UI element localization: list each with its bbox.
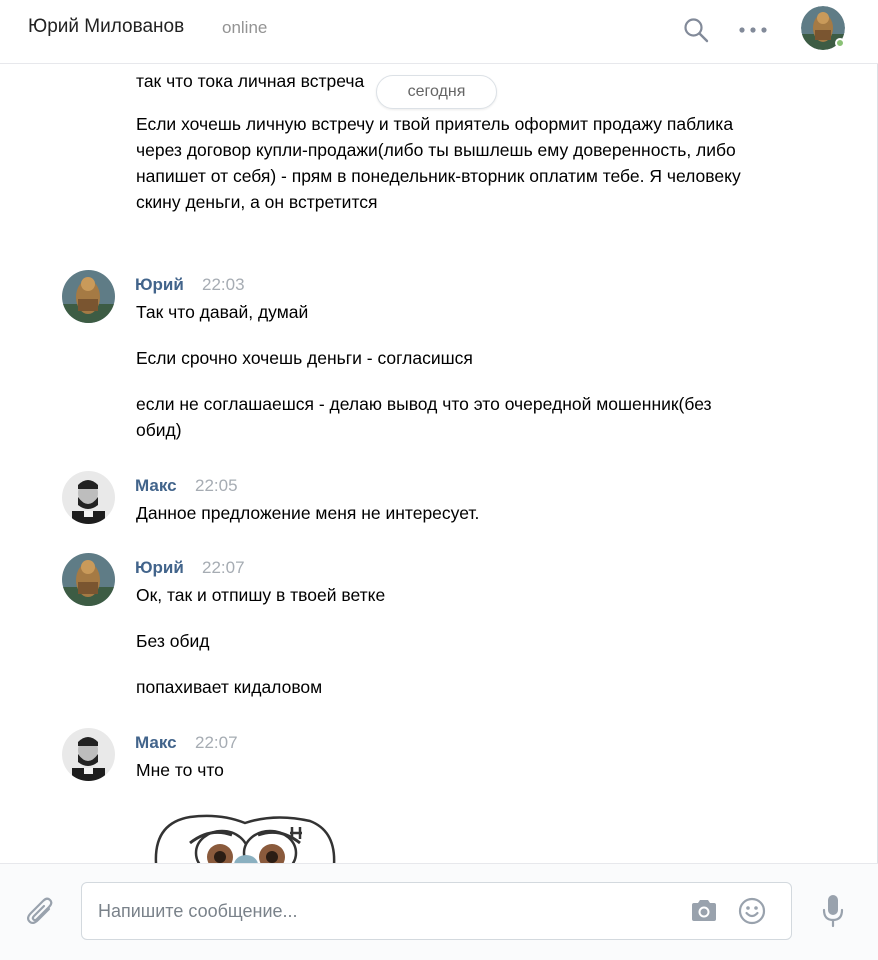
contact-avatar[interactable] — [801, 6, 845, 50]
message-text: если не соглашаешся - делаю вывод что эт… — [136, 394, 712, 440]
sticker-image[interactable] — [150, 813, 340, 863]
message-author[interactable]: Юрий — [135, 558, 184, 578]
message-time: 22:07 — [195, 733, 238, 752]
avatar[interactable] — [62, 270, 115, 323]
message-text: Данное предложение меня не интересует. — [136, 503, 480, 523]
message-text: Если хочешь личную встречу и твой прияте… — [136, 114, 741, 212]
avatar[interactable] — [62, 728, 115, 781]
message-time: 22:05 — [195, 476, 238, 495]
message-time: 22:07 — [202, 558, 245, 577]
message-text: Так что давай, думай — [136, 302, 309, 322]
chat-header: Юрий Милованов online — [0, 0, 878, 64]
message-text: Если срочно хочешь деньги - согласишся — [136, 348, 473, 368]
message-text: Без обид — [136, 631, 210, 651]
message-text: попахивает кидаловом — [136, 677, 323, 697]
message-author[interactable]: Юрий — [135, 275, 184, 295]
message-input-box[interactable] — [81, 882, 792, 940]
camera-icon[interactable] — [689, 897, 719, 925]
message-input[interactable] — [98, 883, 678, 939]
message-author[interactable]: Макс — [135, 733, 177, 753]
contact-name[interactable]: Юрий Милованов — [28, 16, 184, 38]
message-list[interactable]: сегодня так что тока личная встреча Если… — [0, 65, 868, 863]
online-indicator — [835, 38, 845, 48]
message-author[interactable]: Макс — [135, 476, 177, 496]
avatar[interactable] — [62, 553, 115, 606]
search-icon[interactable] — [680, 14, 712, 46]
message-time: 22:03 — [202, 275, 245, 294]
message-text: Ок, так и отпишу в твоей ветке — [136, 585, 386, 605]
more-icon[interactable] — [735, 14, 771, 46]
chat-window: Юрий Милованов online сегодня так что то… — [0, 0, 878, 960]
date-separator: сегодня — [376, 75, 497, 109]
message-text: Мне то что — [136, 760, 224, 780]
contact-status: online — [222, 18, 268, 37]
avatar[interactable] — [62, 471, 115, 524]
smile-icon[interactable] — [737, 896, 767, 926]
paperclip-icon[interactable] — [24, 895, 58, 929]
microphone-icon[interactable] — [818, 893, 848, 929]
